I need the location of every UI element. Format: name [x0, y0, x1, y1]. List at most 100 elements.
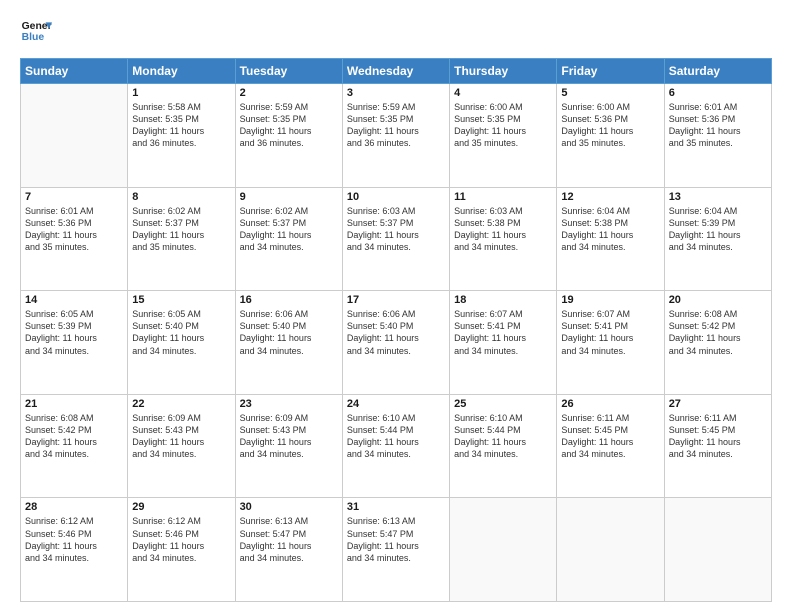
day-number: 22: [132, 398, 230, 410]
day-info: Sunrise: 6:02 AM Sunset: 5:37 PM Dayligh…: [132, 205, 230, 254]
calendar-cell: 6Sunrise: 6:01 AM Sunset: 5:36 PM Daylig…: [664, 84, 771, 188]
calendar-week-row: 28 Sunrise: 6:12 AM Sunset: 5:46 PM Dayli…: [21, 498, 772, 602]
page: General Blue SundayMondayTuesdayWednesda…: [0, 0, 792, 612]
calendar-cell: 25 Sunrise: 6:10 AM Sunset: 5:44 PM Dayli…: [450, 394, 557, 498]
calendar-cell: 9 Sunrise: 6:02 AM Sunset: 5:37 PM Daylig…: [235, 187, 342, 291]
day-number: 9: [240, 191, 338, 203]
calendar-cell: 19 Sunrise: 6:07 AM Sunset: 5:41 PM Dayli…: [557, 291, 664, 395]
calendar-cell: 13 Sunrise: 6:04 AM Sunset: 5:39 PM Dayli…: [664, 187, 771, 291]
calendar-header-row: SundayMondayTuesdayWednesdayThursdayFrid…: [21, 59, 772, 84]
day-number: 5: [561, 87, 659, 99]
calendar-week-row: 21Sunrise: 6:08 AM Sunset: 5:42 PM Dayli…: [21, 394, 772, 498]
calendar-cell: 10Sunrise: 6:03 AM Sunset: 5:37 PM Dayli…: [342, 187, 449, 291]
logo-icon: General Blue: [20, 16, 52, 48]
day-info: Sunrise: 6:10 AM Sunset: 5:44 PM Dayligh…: [454, 412, 552, 461]
calendar-week-row: 14Sunrise: 6:05 AM Sunset: 5:39 PM Dayli…: [21, 291, 772, 395]
logo: General Blue: [20, 16, 56, 48]
day-number: 29: [132, 501, 230, 513]
calendar-cell: 26 Sunrise: 6:11 AM Sunset: 5:45 PM Dayli…: [557, 394, 664, 498]
calendar-cell: 22Sunrise: 6:09 AM Sunset: 5:43 PM Dayli…: [128, 394, 235, 498]
day-info: Sunrise: 6:01 AM Sunset: 5:36 PM Dayligh…: [25, 205, 123, 254]
calendar-cell: [664, 498, 771, 602]
day-number: 12: [561, 191, 659, 203]
day-number: 25: [454, 398, 552, 410]
day-info: Sunrise: 6:00 AM Sunset: 5:36 PM Dayligh…: [561, 101, 659, 150]
day-number: 2: [240, 87, 338, 99]
calendar-header-saturday: Saturday: [664, 59, 771, 84]
day-info: Sunrise: 5:58 AM Sunset: 5:35 PM Dayligh…: [132, 101, 230, 150]
day-info: Sunrise: 6:00 AM Sunset: 5:35 PM Dayligh…: [454, 101, 552, 150]
calendar-cell: 4 Sunrise: 6:00 AM Sunset: 5:35 PM Daylig…: [450, 84, 557, 188]
calendar-header-tuesday: Tuesday: [235, 59, 342, 84]
calendar-cell: 31Sunrise: 6:13 AM Sunset: 5:47 PM Dayli…: [342, 498, 449, 602]
day-number: 13: [669, 191, 767, 203]
day-info: Sunrise: 6:02 AM Sunset: 5:37 PM Dayligh…: [240, 205, 338, 254]
day-info: Sunrise: 6:04 AM Sunset: 5:39 PM Dayligh…: [669, 205, 767, 254]
day-info: Sunrise: 5:59 AM Sunset: 5:35 PM Dayligh…: [240, 101, 338, 150]
day-number: 17: [347, 294, 445, 306]
calendar-header-wednesday: Wednesday: [342, 59, 449, 84]
svg-text:Blue: Blue: [22, 32, 45, 43]
calendar-cell: [557, 498, 664, 602]
day-number: 14: [25, 294, 123, 306]
calendar-header-friday: Friday: [557, 59, 664, 84]
day-number: 18: [454, 294, 552, 306]
day-number: 27: [669, 398, 767, 410]
calendar-cell: [21, 84, 128, 188]
day-info: Sunrise: 6:07 AM Sunset: 5:41 PM Dayligh…: [561, 308, 659, 357]
day-number: 3: [347, 87, 445, 99]
calendar-header-monday: Monday: [128, 59, 235, 84]
day-info: Sunrise: 6:06 AM Sunset: 5:40 PM Dayligh…: [347, 308, 445, 357]
day-number: 23: [240, 398, 338, 410]
calendar-header-thursday: Thursday: [450, 59, 557, 84]
calendar-cell: 8 Sunrise: 6:02 AM Sunset: 5:37 PM Daylig…: [128, 187, 235, 291]
day-number: 8: [132, 191, 230, 203]
day-info: Sunrise: 6:12 AM Sunset: 5:46 PM Dayligh…: [132, 515, 230, 564]
day-info: Sunrise: 6:12 AM Sunset: 5:46 PM Dayligh…: [25, 515, 123, 564]
calendar-cell: 24Sunrise: 6:10 AM Sunset: 5:44 PM Dayli…: [342, 394, 449, 498]
calendar-cell: 18Sunrise: 6:07 AM Sunset: 5:41 PM Dayli…: [450, 291, 557, 395]
calendar-week-row: 1 Sunrise: 5:58 AM Sunset: 5:35 PM Daylig…: [21, 84, 772, 188]
calendar-cell: 20 Sunrise: 6:08 AM Sunset: 5:42 PM Dayli…: [664, 291, 771, 395]
calendar-header-sunday: Sunday: [21, 59, 128, 84]
day-info: Sunrise: 6:11 AM Sunset: 5:45 PM Dayligh…: [669, 412, 767, 461]
calendar-cell: [450, 498, 557, 602]
day-info: Sunrise: 6:09 AM Sunset: 5:43 PM Dayligh…: [240, 412, 338, 461]
calendar-cell: 2 Sunrise: 5:59 AM Sunset: 5:35 PM Daylig…: [235, 84, 342, 188]
day-info: Sunrise: 6:11 AM Sunset: 5:45 PM Dayligh…: [561, 412, 659, 461]
calendar-cell: 17 Sunrise: 6:06 AM Sunset: 5:40 PM Dayli…: [342, 291, 449, 395]
day-info: Sunrise: 6:04 AM Sunset: 5:38 PM Dayligh…: [561, 205, 659, 254]
calendar-cell: 30 Sunrise: 6:13 AM Sunset: 5:47 PM Dayli…: [235, 498, 342, 602]
day-number: 4: [454, 87, 552, 99]
day-info: Sunrise: 6:13 AM Sunset: 5:47 PM Dayligh…: [347, 515, 445, 564]
day-info: Sunrise: 5:59 AM Sunset: 5:35 PM Dayligh…: [347, 101, 445, 150]
calendar-cell: 27 Sunrise: 6:11 AM Sunset: 5:45 PM Dayli…: [664, 394, 771, 498]
day-number: 15: [132, 294, 230, 306]
day-number: 28: [25, 501, 123, 513]
day-number: 24: [347, 398, 445, 410]
day-number: 1: [132, 87, 230, 99]
calendar-cell: 16Sunrise: 6:06 AM Sunset: 5:40 PM Dayli…: [235, 291, 342, 395]
calendar-cell: 28 Sunrise: 6:12 AM Sunset: 5:46 PM Dayli…: [21, 498, 128, 602]
day-number: 21: [25, 398, 123, 410]
day-number: 30: [240, 501, 338, 513]
day-info: Sunrise: 6:13 AM Sunset: 5:47 PM Dayligh…: [240, 515, 338, 564]
day-number: 6: [669, 87, 767, 99]
day-number: 7: [25, 191, 123, 203]
day-number: 16: [240, 294, 338, 306]
day-info: Sunrise: 6:08 AM Sunset: 5:42 PM Dayligh…: [669, 308, 767, 357]
calendar-week-row: 7 Sunrise: 6:01 AM Sunset: 5:36 PM Daylig…: [21, 187, 772, 291]
day-number: 26: [561, 398, 659, 410]
calendar-cell: 12 Sunrise: 6:04 AM Sunset: 5:38 PM Dayli…: [557, 187, 664, 291]
calendar-cell: 1 Sunrise: 5:58 AM Sunset: 5:35 PM Daylig…: [128, 84, 235, 188]
day-info: Sunrise: 6:03 AM Sunset: 5:37 PM Dayligh…: [347, 205, 445, 254]
calendar-cell: 11Sunrise: 6:03 AM Sunset: 5:38 PM Dayli…: [450, 187, 557, 291]
calendar-cell: 5 Sunrise: 6:00 AM Sunset: 5:36 PM Daylig…: [557, 84, 664, 188]
calendar-cell: 14Sunrise: 6:05 AM Sunset: 5:39 PM Dayli…: [21, 291, 128, 395]
day-number: 20: [669, 294, 767, 306]
day-info: Sunrise: 6:05 AM Sunset: 5:40 PM Dayligh…: [132, 308, 230, 357]
calendar-cell: 23 Sunrise: 6:09 AM Sunset: 5:43 PM Dayli…: [235, 394, 342, 498]
day-number: 19: [561, 294, 659, 306]
calendar-cell: 21Sunrise: 6:08 AM Sunset: 5:42 PM Dayli…: [21, 394, 128, 498]
calendar-cell: 3 Sunrise: 5:59 AM Sunset: 5:35 PM Daylig…: [342, 84, 449, 188]
